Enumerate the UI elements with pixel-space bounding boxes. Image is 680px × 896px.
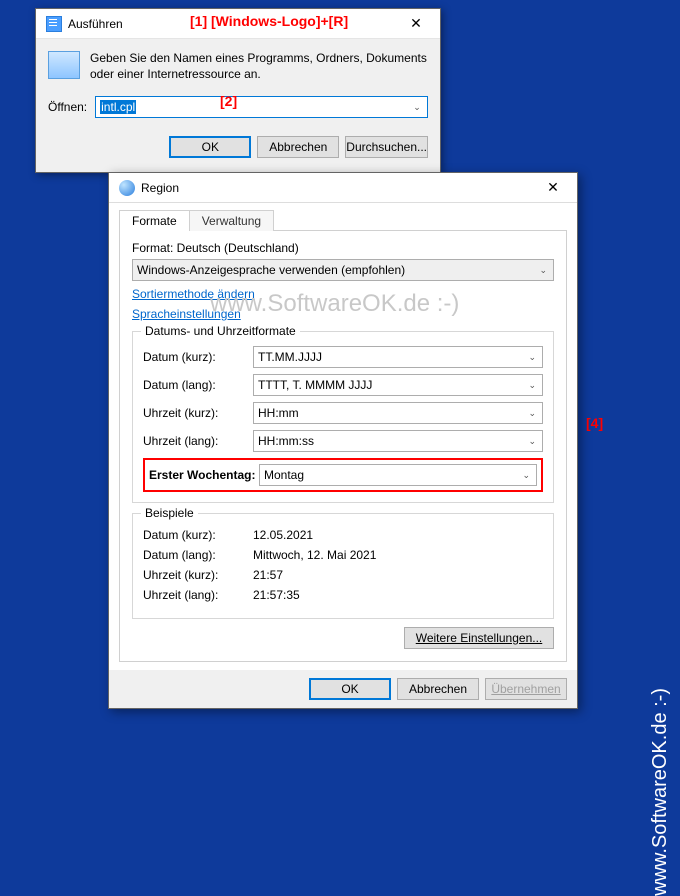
- examples-group: Beispiele Datum (kurz):12.05.2021 Datum …: [132, 513, 554, 619]
- globe-icon: [119, 180, 135, 196]
- chevron-down-icon: ⌄: [526, 408, 538, 419]
- format-select[interactable]: Windows-Anzeigesprache verwenden (empfoh…: [132, 259, 554, 281]
- link-sort-method[interactable]: Sortiermethode ändern: [132, 287, 554, 301]
- group-legend: Datums- und Uhrzeitformate: [141, 324, 300, 338]
- annotation-1: [1] [Windows-Logo]+[R]: [190, 13, 348, 29]
- run-app-icon: [48, 51, 80, 79]
- first-weekday-highlight: Erster Wochentag: Montag⌄: [143, 458, 543, 492]
- ex-date-short-val: 12.05.2021: [253, 528, 543, 542]
- date-short-select[interactable]: TT.MM.JJJJ⌄: [253, 346, 543, 368]
- tab-admin[interactable]: Verwaltung: [189, 210, 274, 231]
- vertical-watermark: www.SoftwareOK.de :-): [649, 688, 672, 896]
- format-select-value: Windows-Anzeigesprache verwenden (empfoh…: [137, 263, 405, 277]
- ex-date-long-label: Datum (lang):: [143, 548, 253, 562]
- link-language-settings[interactable]: Spracheinstellungen: [132, 307, 554, 321]
- browse-button[interactable]: Durchsuchen...: [345, 136, 428, 158]
- run-icon: [46, 16, 62, 32]
- region-dialog: Region ✕ Formate Verwaltung Format: Deut…: [108, 172, 578, 709]
- cancel-button[interactable]: Abbrechen: [257, 136, 339, 158]
- close-icon[interactable]: ✕: [396, 10, 436, 38]
- chevron-down-icon: ⌄: [537, 265, 549, 276]
- close-icon[interactable]: ✕: [533, 174, 573, 202]
- run-dialog: Ausführen ✕ Geben Sie den Namen eines Pr…: [35, 8, 441, 173]
- ok-button[interactable]: OK: [169, 136, 251, 158]
- region-title: Region: [141, 181, 533, 195]
- run-description: Geben Sie den Namen eines Programms, Ord…: [90, 51, 428, 82]
- annotation-4: [4]: [586, 415, 603, 431]
- cancel-button[interactable]: Abbrechen: [397, 678, 479, 700]
- apply-button[interactable]: Übernehmen: [485, 678, 567, 700]
- chevron-down-icon: ⌄: [526, 436, 538, 447]
- first-weekday-label: Erster Wochentag:: [149, 468, 259, 482]
- chevron-down-icon: ⌄: [520, 470, 532, 481]
- time-short-label: Uhrzeit (kurz):: [143, 406, 253, 420]
- ex-date-long-val: Mittwoch, 12. Mai 2021: [253, 548, 543, 562]
- date-long-label: Datum (lang):: [143, 378, 253, 392]
- ex-time-long-label: Uhrzeit (lang):: [143, 588, 253, 602]
- chevron-down-icon[interactable]: ⌄: [411, 100, 423, 114]
- tab-content: Format: Deutsch (Deutschland) Windows-An…: [119, 230, 567, 662]
- format-label: Format: Deutsch (Deutschland): [132, 241, 554, 255]
- group-legend: Beispiele: [141, 506, 198, 520]
- region-titlebar[interactable]: Region ✕: [109, 173, 577, 203]
- ex-date-short-label: Datum (kurz):: [143, 528, 253, 542]
- time-short-select[interactable]: HH:mm⌄: [253, 402, 543, 424]
- ex-time-short-label: Uhrzeit (kurz):: [143, 568, 253, 582]
- ok-button[interactable]: OK: [309, 678, 391, 700]
- date-long-select[interactable]: TTTT, T. MMMM JJJJ⌄: [253, 374, 543, 396]
- open-input[interactable]: intl.cpl ⌄: [95, 96, 428, 118]
- annotation-2: [2]: [220, 93, 237, 109]
- time-long-select[interactable]: HH:mm:ss⌄: [253, 430, 543, 452]
- chevron-down-icon: ⌄: [526, 352, 538, 363]
- more-settings-button[interactable]: Weitere Einstellungen...: [404, 627, 554, 649]
- ex-time-long-val: 21:57:35: [253, 588, 543, 602]
- ex-time-short-val: 21:57: [253, 568, 543, 582]
- first-weekday-select[interactable]: Montag⌄: [259, 464, 537, 486]
- time-long-label: Uhrzeit (lang):: [143, 434, 253, 448]
- open-input-value: intl.cpl: [100, 100, 136, 114]
- date-short-label: Datum (kurz):: [143, 350, 253, 364]
- datetime-formats-group: Datums- und Uhrzeitformate Datum (kurz):…: [132, 331, 554, 503]
- open-label: Öffnen:: [48, 100, 87, 114]
- tab-formats[interactable]: Formate: [119, 210, 190, 231]
- chevron-down-icon: ⌄: [526, 380, 538, 391]
